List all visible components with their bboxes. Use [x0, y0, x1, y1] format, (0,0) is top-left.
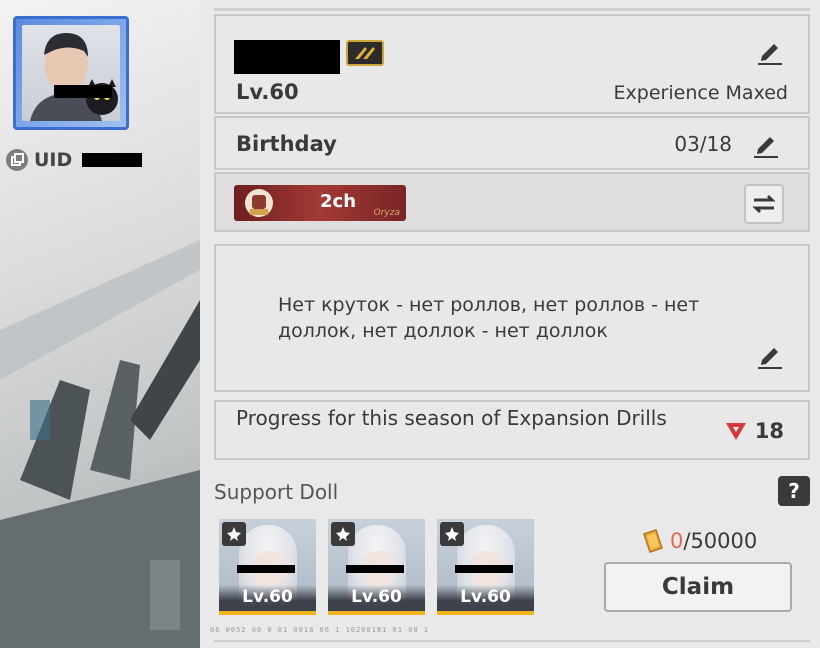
reward-total: /50000	[683, 529, 758, 553]
fist-emblem-icon	[245, 189, 273, 217]
class-icon	[222, 522, 246, 546]
birthday-panel: Birthday 03/18	[214, 116, 810, 170]
badge-label: 2ch	[320, 191, 357, 212]
reward-counter: 0/50000	[640, 528, 757, 554]
swap-arrows-icon	[752, 194, 776, 214]
support-doll-title: Support Doll	[214, 480, 339, 504]
uid-row[interactable]: UID	[6, 148, 143, 172]
badge-signature-mark: Oryza	[373, 208, 400, 218]
badge-banner[interactable]: 2ch Oryza	[234, 185, 406, 221]
avatar[interactable]	[13, 16, 129, 130]
doll-level: Lv.60	[460, 587, 511, 607]
doll-level: Lv.60	[351, 587, 402, 607]
experience-status: Experience Maxed	[613, 82, 788, 104]
claim-button[interactable]: Claim	[604, 562, 792, 612]
support-doll-slot-1[interactable]: Lv.60	[219, 519, 316, 615]
player-level: Lv.60	[236, 80, 299, 104]
title-badge-icon[interactable]	[346, 40, 384, 66]
support-doll-slot-3[interactable]: Lv.60	[437, 519, 534, 615]
censor-bar	[82, 153, 143, 167]
expansion-drills-progress-panel: Progress for this season of Expansion Dr…	[214, 400, 810, 460]
censor-bar	[237, 565, 295, 573]
signature-panel: Нет круток - нет роллов, нет роллов - не…	[214, 244, 810, 392]
footer-code: 06 0052 00 0 01 0018 06 1 10200181 01 00…	[210, 626, 430, 634]
avatar-character-icon	[30, 33, 118, 121]
copy-icon[interactable]	[6, 149, 28, 171]
support-doll-slot-2[interactable]: Lv.60	[328, 519, 425, 615]
help-button[interactable]: ?	[778, 476, 810, 506]
censor-bar	[455, 565, 513, 573]
censor-bar	[234, 40, 340, 74]
class-icon	[331, 522, 355, 546]
edit-signature-icon[interactable]	[754, 340, 784, 370]
birthday-label: Birthday	[236, 132, 337, 156]
censor-bar	[54, 85, 112, 98]
censor-bar	[346, 565, 404, 573]
uid-label: UID	[34, 149, 73, 171]
swap-badge-button[interactable]	[744, 184, 784, 224]
divider	[214, 8, 810, 11]
gold-bar-icon	[643, 529, 663, 553]
progress-value: 18	[754, 419, 784, 443]
progress-label: Progress for this season of Expansion Dr…	[236, 406, 667, 430]
edit-birthday-icon[interactable]	[750, 129, 780, 159]
avatar-portrait	[22, 25, 120, 121]
red-triangle-icon	[725, 423, 746, 440]
divider	[214, 640, 810, 642]
reward-current: 0	[670, 529, 684, 553]
badge-panel: 2ch Oryza	[214, 172, 810, 232]
edit-name-icon[interactable]	[754, 36, 784, 66]
progress-value-group: 18	[725, 419, 784, 443]
class-icon	[440, 522, 464, 546]
signature-text: Нет круток - нет роллов, нет роллов - не…	[278, 294, 700, 342]
birthday-value: 03/18	[674, 132, 732, 156]
profile-name-panel: Lv.60 Experience Maxed	[214, 14, 810, 114]
doll-level: Lv.60	[242, 587, 293, 607]
